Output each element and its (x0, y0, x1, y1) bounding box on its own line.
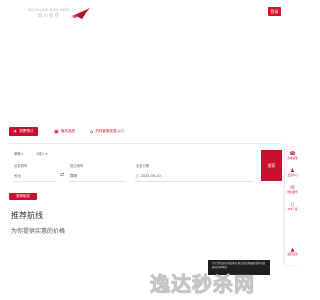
tag-label: 推荐航线 (16, 194, 30, 198)
sidebar-item-label: APP下载 (287, 208, 298, 211)
sidebar-item-member[interactable]: ♟ 会员中心 (285, 168, 300, 177)
house-icon: ⌂ (90, 128, 94, 135)
tab-label: 热线客服优惠入口 (95, 129, 124, 133)
to-city-label: 到达城市 (70, 164, 84, 168)
login-button[interactable]: 登录 (268, 7, 281, 16)
tab-label: 机票预订 (19, 129, 34, 133)
sidebar-item-customer-service[interactable]: ☎ 在线客服 (285, 151, 300, 160)
search-button[interactable]: 搜索 (261, 150, 282, 181)
logo-text-en: SICHUAN AIRLINES (28, 7, 71, 12)
floating-sidebar: ☎ 在线客服 ♟ 会员中心 ✉ 微信服务 ▯ APP下载 ▲ 返回顶部 (285, 147, 300, 265)
trip-type-select[interactable]: 单程 ▾ (14, 151, 23, 156)
divider (9, 143, 281, 144)
sidebar-item-label: 会员中心 (287, 174, 298, 177)
sidebar-item-app[interactable]: ▯ APP下载 (285, 202, 300, 211)
tab-checkin[interactable]: ▣ 值机选座 (54, 127, 75, 136)
date-underline (135, 181, 253, 182)
section-subtitle: 为你提供实惠的价格 (11, 228, 66, 235)
date-value: 2023-05-10 (140, 174, 161, 178)
tab-label: 值机选座 (60, 129, 76, 133)
recommended-routes-tag[interactable]: 推荐航线 (9, 193, 37, 200)
from-city-underline (13, 181, 55, 182)
date-input[interactable]: ▢ 2023-05-10 (136, 174, 161, 178)
tab-hotline-deals[interactable]: ⌂ 热线客服优惠入口 (90, 127, 124, 136)
tab-flight-booking[interactable]: ✈ 机票预订 (9, 127, 38, 136)
date-label: 出发日期 (136, 164, 150, 168)
passenger-select[interactable]: 1成人 ▾ (36, 151, 47, 156)
bird-logo-icon (71, 8, 90, 19)
calendar-icon: ▢ (136, 174, 140, 178)
trip-type-value: 单程 (14, 152, 21, 156)
from-city-label: 出发城市 (14, 164, 28, 168)
airline-logo[interactable]: SICHUAN AIRLINES 四川航空 (28, 7, 90, 23)
passenger-value: 1成人 (36, 152, 45, 156)
swap-icon[interactable]: ⇄ (60, 172, 64, 178)
sidebar-item-label: 微信服务 (287, 191, 298, 194)
sidebar-item-back-to-top[interactable]: ▲ 返回顶部 (285, 247, 300, 256)
sidebar-item-label: 在线客服 (287, 157, 298, 160)
sidebar-item-label: 返回顶部 (287, 253, 298, 256)
seat-icon: ▣ (54, 128, 59, 135)
from-city-input[interactable]: 长沙 (14, 174, 21, 179)
section-title: 推荐航线 (11, 211, 43, 220)
watermark-text: 逸达秒杀网 (150, 272, 255, 297)
to-city-underline (69, 181, 126, 182)
logo-text-cn: 四川航空 (38, 14, 60, 19)
to-city-input[interactable]: 昆明 (70, 174, 77, 179)
plane-icon: ✈ (13, 128, 18, 135)
sidebar-item-wechat[interactable]: ✉ 微信服务 (285, 185, 300, 194)
